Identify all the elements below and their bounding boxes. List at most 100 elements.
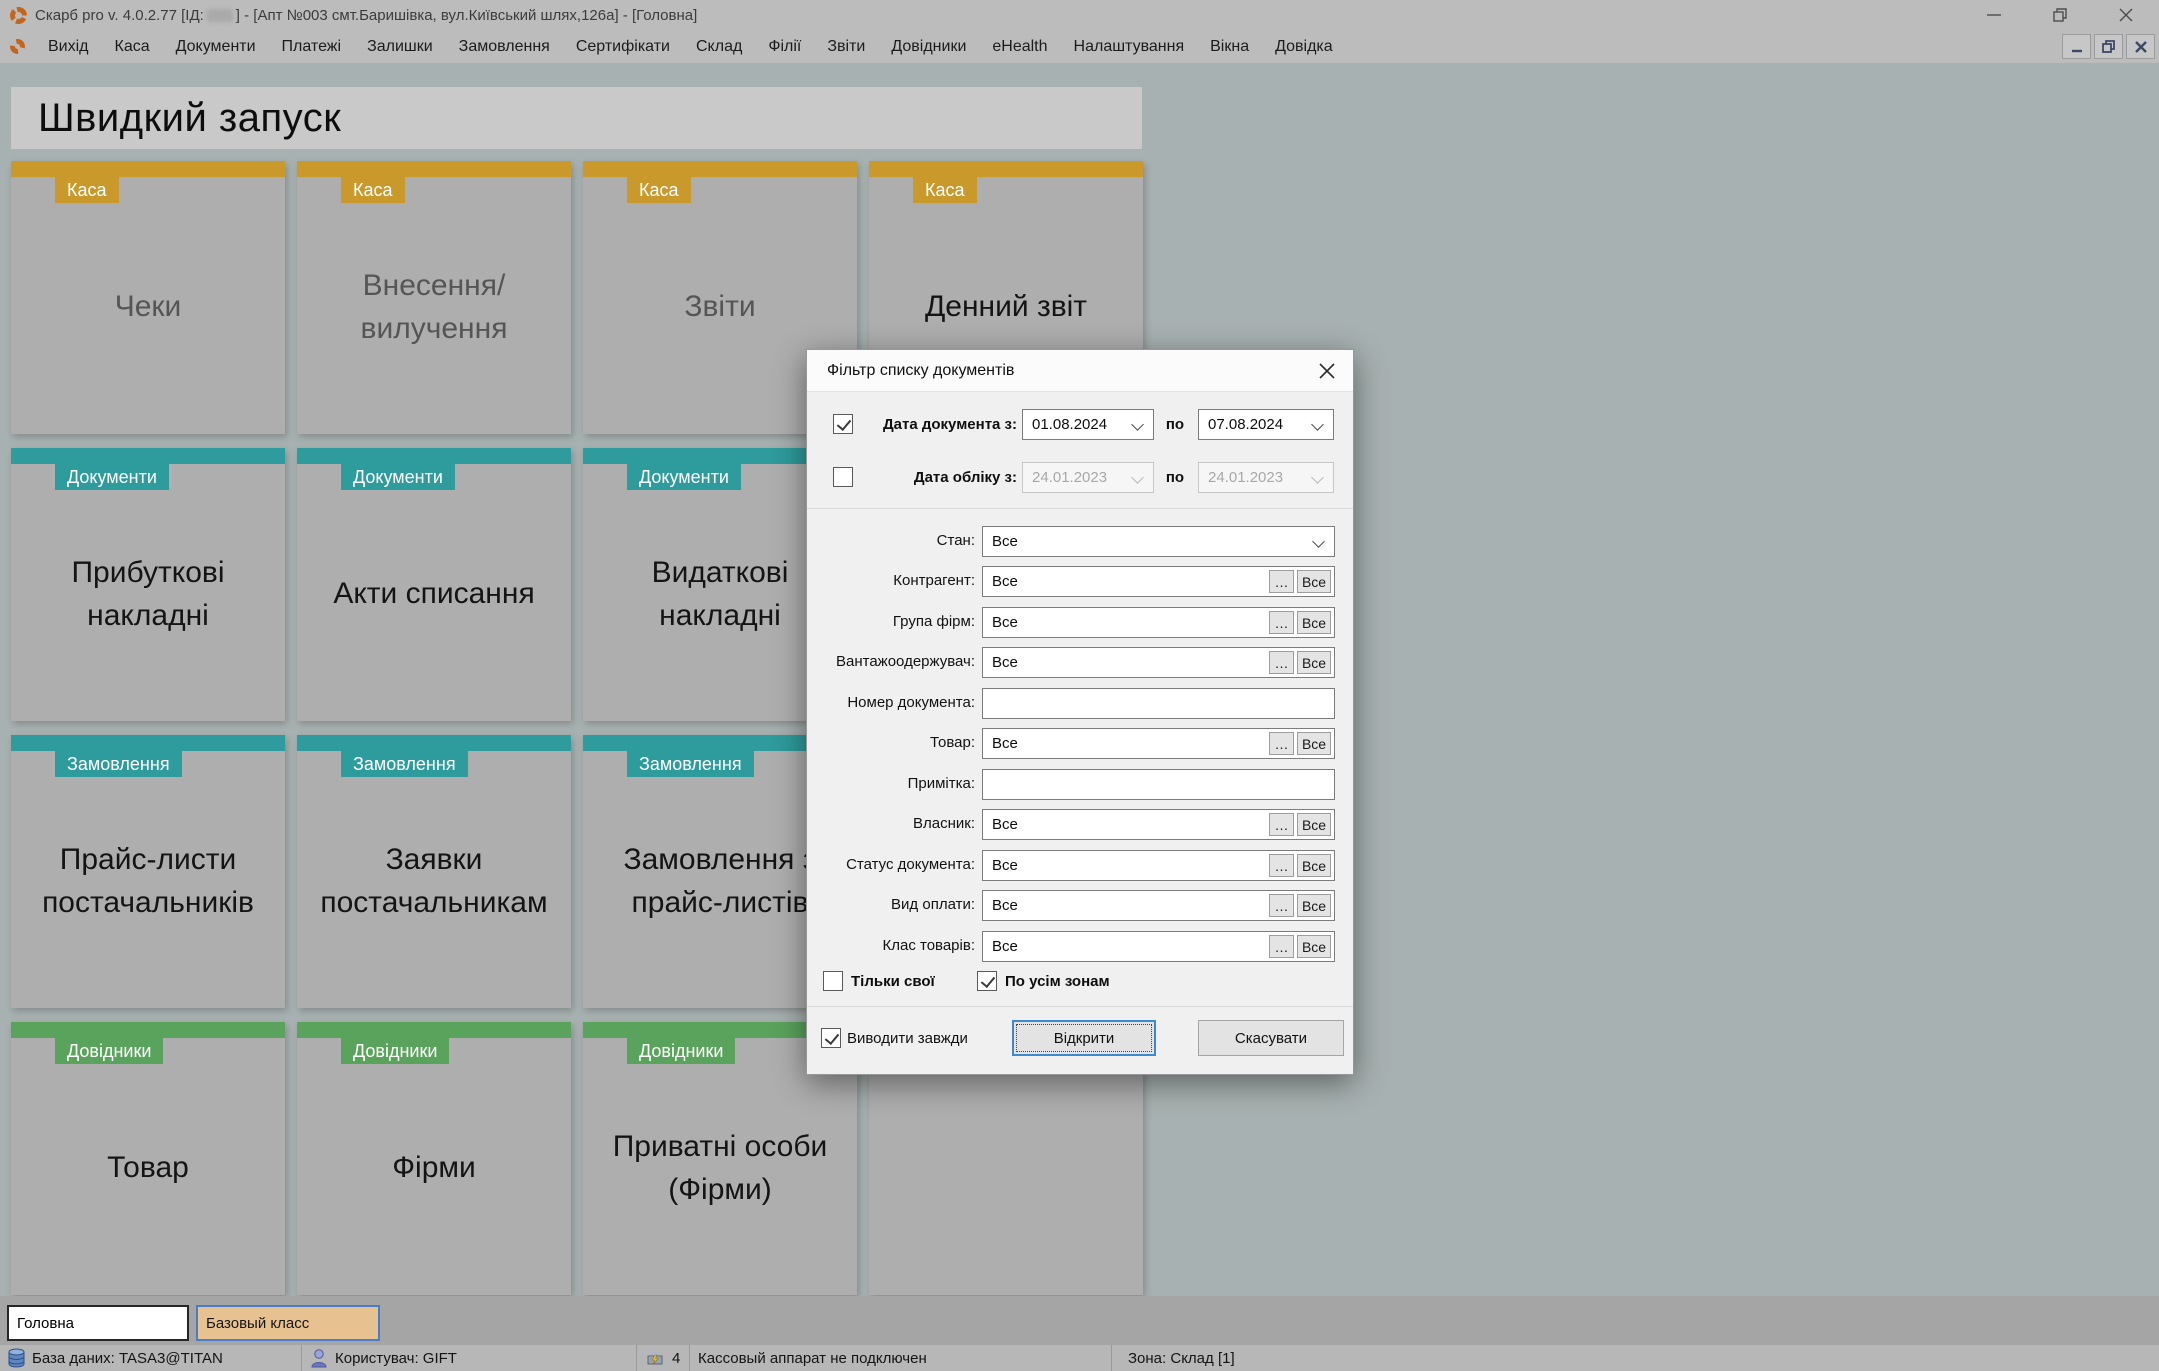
date-accounting-label: Дата обліку з: xyxy=(913,469,1017,486)
menu-item-vyhid[interactable]: Вихід xyxy=(35,38,102,56)
menu-item-dovidka[interactable]: Довідка xyxy=(1262,38,1346,56)
category-tab: Документи xyxy=(55,464,169,490)
tab-holovna[interactable]: Головна xyxy=(7,1305,189,1341)
menu-item-sklad[interactable]: Склад xyxy=(683,38,755,56)
tile-label: Звіти xyxy=(684,290,756,324)
date-document-row: Дата документа з: 01.08.2024 по 07.08.20… xyxy=(807,409,1355,440)
menu-item-sertyfikaty[interactable]: Сертифікати xyxy=(563,38,683,56)
grupa-firm-ellipsis-button[interactable]: … xyxy=(1269,611,1294,634)
date-accounting-checkbox[interactable] xyxy=(833,467,853,487)
tovar-input[interactable]: Все … Все xyxy=(982,728,1335,759)
close-window-button[interactable] xyxy=(2093,0,2159,30)
kontragent-all-button[interactable]: Все xyxy=(1297,570,1331,593)
date-document-to-combo[interactable]: 07.08.2024 xyxy=(1198,409,1334,440)
kontragent-ellipsis-button[interactable]: … xyxy=(1269,570,1294,593)
dialog-title: Фільтр списку документів xyxy=(827,361,1015,379)
klas-tovariv-all-button[interactable]: Все xyxy=(1297,935,1331,958)
tile-firmy[interactable]: Довідники Фірми xyxy=(297,1022,571,1295)
status-dokumenta-input[interactable]: Все … Все xyxy=(982,850,1335,881)
category-tab: Довідники xyxy=(341,1038,450,1064)
menu-item-nalashtuvannya[interactable]: Налаштування xyxy=(1061,38,1198,56)
mdi-close-button[interactable] xyxy=(2126,34,2155,59)
tile-label: Денний звіт xyxy=(924,290,1088,324)
menu-item-vikna[interactable]: Вікна xyxy=(1197,38,1262,56)
vlasnyk-ellipsis-button[interactable]: … xyxy=(1269,813,1294,836)
date-to-label: по xyxy=(1165,469,1185,486)
field-vyd-oplaty: Вид оплати: Все … Все xyxy=(807,890,1355,921)
minimize-button[interactable] xyxy=(1961,0,2027,30)
vantazhooderzhuvach-input[interactable]: Все … Все xyxy=(982,647,1335,678)
category-strip xyxy=(297,735,571,751)
minimize-icon xyxy=(1986,7,2002,23)
window-title: Скарб pro v. 4.0.2.77 [ІД:] - [Апт №003 … xyxy=(35,7,697,24)
tile-label: Фірми xyxy=(392,1151,476,1185)
menu-item-dokumenty[interactable]: Документи xyxy=(163,38,269,56)
tovar-all-button[interactable]: Все xyxy=(1297,732,1331,755)
tile-akty-spysannya[interactable]: Документи Акти списання xyxy=(297,448,571,721)
dialog-close-button[interactable] xyxy=(1315,359,1339,383)
redacted-id xyxy=(206,9,233,23)
open-button[interactable]: Відкрити xyxy=(1012,1020,1156,1056)
mdi-restore-button[interactable] xyxy=(2094,34,2123,59)
window-title-prefix: Скарб pro v. 4.0.2.77 [ІД: xyxy=(35,6,204,24)
cancel-button[interactable]: Скасувати xyxy=(1198,1020,1344,1056)
menu-item-zamovlennya[interactable]: Замовлення xyxy=(446,38,563,56)
vyd-oplaty-all-button[interactable]: Все xyxy=(1297,894,1331,917)
stan-combo[interactable]: Все xyxy=(982,526,1335,557)
tile-label: Акти списання xyxy=(333,577,535,611)
nomer-dokumenta-input[interactable] xyxy=(982,688,1335,719)
restore-icon xyxy=(2051,6,2069,24)
category-strip xyxy=(297,1022,571,1038)
menu-item-zalyshky[interactable]: Залишки xyxy=(354,38,446,56)
field-stan: Стан: Все xyxy=(807,526,1355,557)
category-tab: Довідники xyxy=(627,1038,736,1064)
restore-button[interactable] xyxy=(2027,0,2093,30)
menu-item-dovidnyky[interactable]: Довідники xyxy=(878,38,979,56)
menu-item-kasa[interactable]: Каса xyxy=(102,38,163,56)
date-document-label: Дата документа з: xyxy=(882,416,1017,433)
menu-item-filii[interactable]: Філії xyxy=(755,38,814,56)
date-document-from-combo[interactable]: 01.08.2024 xyxy=(1022,409,1154,440)
tile-prybutkovi-nakladni[interactable]: Документи Прибуткові накладні xyxy=(11,448,285,721)
status-dokumenta-ellipsis-button[interactable]: … xyxy=(1269,854,1294,877)
vantazhooderzhuvach-ellipsis-button[interactable]: … xyxy=(1269,651,1294,674)
vyd-oplaty-ellipsis-button[interactable]: … xyxy=(1269,894,1294,917)
grupa-firm-input[interactable]: Все … Все xyxy=(982,607,1335,638)
tovar-ellipsis-button[interactable]: … xyxy=(1269,732,1294,755)
mdi-minimize-button[interactable] xyxy=(2062,34,2091,59)
cash-register-icon xyxy=(645,1349,665,1367)
all-zones-checkbox[interactable] xyxy=(977,971,997,991)
always-show-checkbox[interactable] xyxy=(821,1028,841,1048)
menu-item-ehealth[interactable]: eHealth xyxy=(979,38,1060,56)
category-strip xyxy=(11,448,285,464)
tile-vnesennya-vyluchennya[interactable]: Каса Внесення/вилучення xyxy=(297,161,571,434)
tile-zayavky-postachalnykam[interactable]: Замовлення Заявки постачальникам xyxy=(297,735,571,1008)
date-document-checkbox[interactable] xyxy=(833,414,853,434)
dialog-buttons-row: Виводити завжди Відкрити Скасувати xyxy=(807,1020,1355,1056)
tile-tovar[interactable]: Довідники Товар xyxy=(11,1022,285,1295)
status-dokumenta-all-button[interactable]: Все xyxy=(1297,854,1331,877)
menu-item-platezhi[interactable]: Платежі xyxy=(269,38,355,56)
vlasnyk-all-button[interactable]: Все xyxy=(1297,813,1331,836)
application-window: Скарб pro v. 4.0.2.77 [ІД:] - [Апт №003 … xyxy=(0,0,2159,1371)
tab-bazovyi-klass[interactable]: Базовый класс xyxy=(196,1305,380,1341)
tile-cheky[interactable]: Каса Чеки xyxy=(11,161,285,434)
field-vantazhooderzhuvach: Вантажоодержувач: Все … Все xyxy=(807,647,1355,678)
mdi-window-controls xyxy=(2062,34,2155,59)
tile-label: Заявки постачальникам xyxy=(320,842,548,919)
tile-price-lysty-postachalnykiv[interactable]: Замовлення Прайс-листи постачальників xyxy=(11,735,285,1008)
klas-tovariv-input[interactable]: Все … Все xyxy=(982,931,1335,962)
field-prymitka: Примітка: xyxy=(807,769,1355,800)
status-zone: Зона: Склад [1] xyxy=(1128,1349,1235,1367)
vantazhooderzhuvach-all-button[interactable]: Все xyxy=(1297,651,1331,674)
status-user: Користувач: GIFT xyxy=(302,1345,637,1371)
grupa-firm-all-button[interactable]: Все xyxy=(1297,611,1331,634)
vyd-oplaty-input[interactable]: Все … Все xyxy=(982,890,1335,921)
vlasnyk-input[interactable]: Все … Все xyxy=(982,809,1335,840)
menu-item-zvity[interactable]: Звіти xyxy=(814,38,878,56)
category-strip xyxy=(297,448,571,464)
only-mine-checkbox[interactable] xyxy=(823,971,843,991)
kontragent-input[interactable]: Все … Все xyxy=(982,566,1335,597)
klas-tovariv-ellipsis-button[interactable]: … xyxy=(1269,935,1294,958)
prymitka-input[interactable] xyxy=(982,769,1335,800)
